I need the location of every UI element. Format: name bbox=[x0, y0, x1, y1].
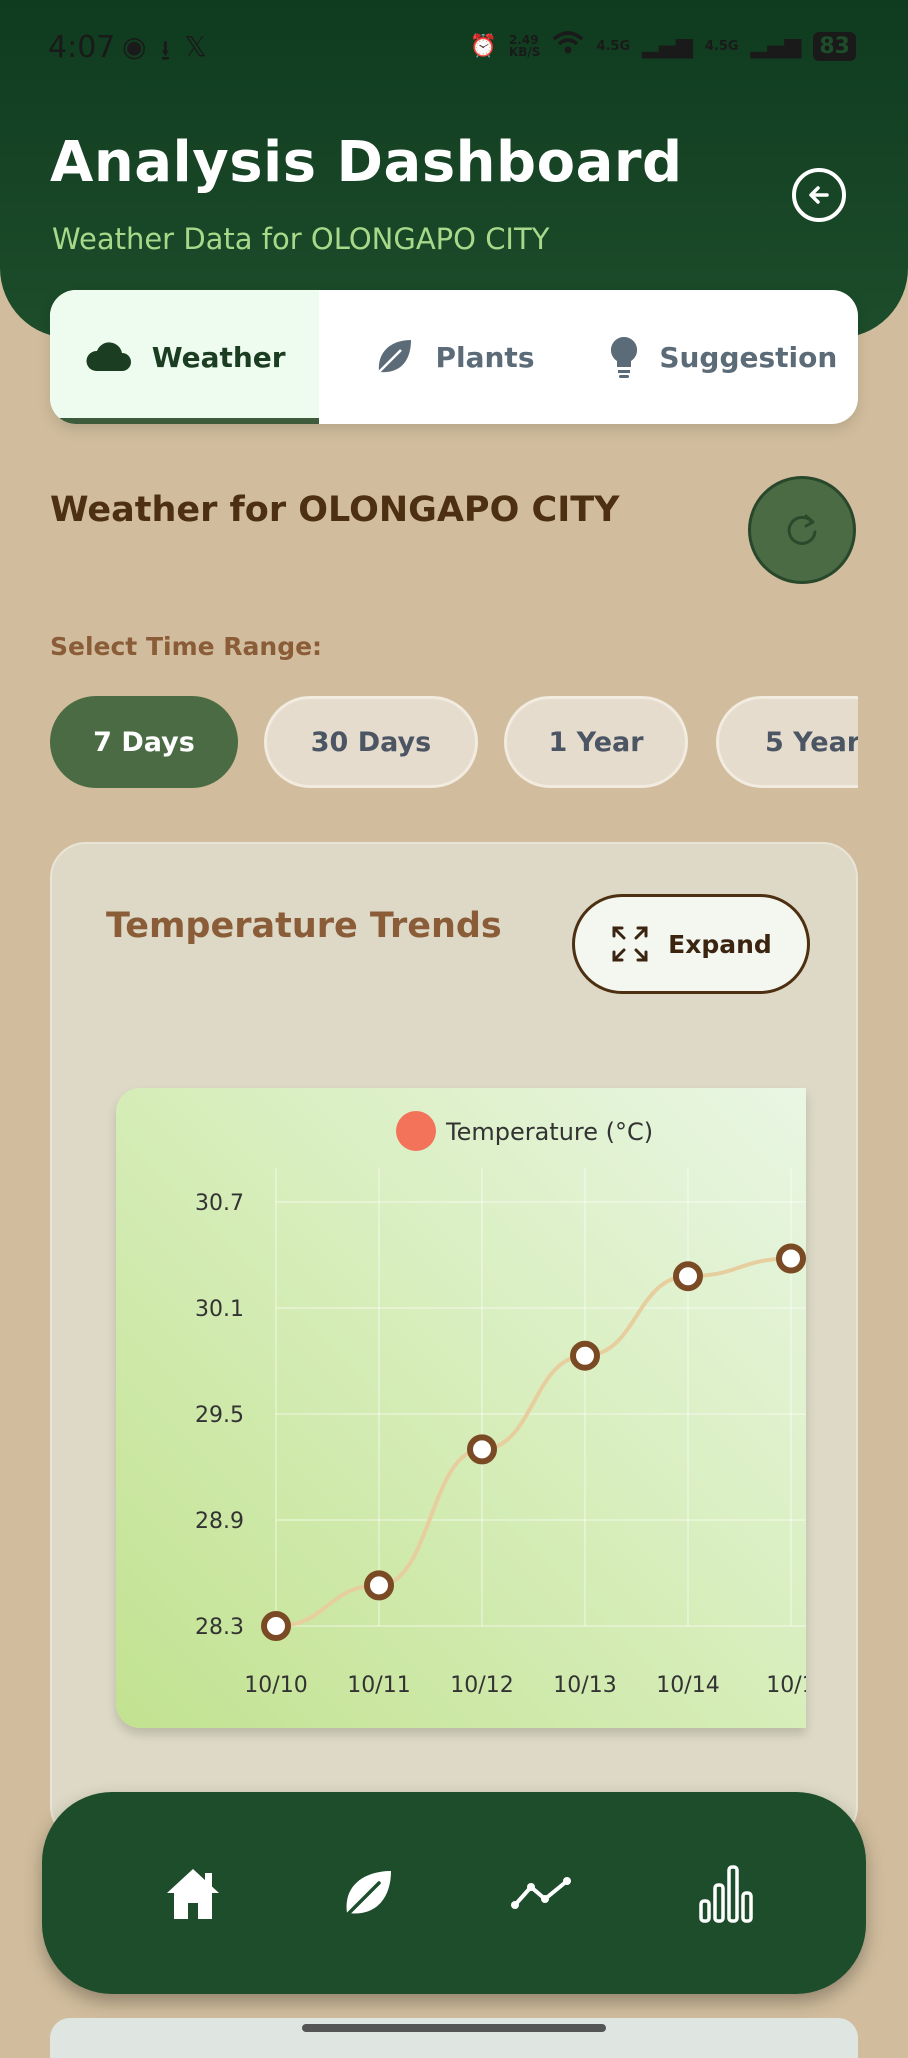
y-tick-label: 29.5 bbox=[195, 1403, 244, 1428]
tab-suggestion[interactable]: Suggestion bbox=[589, 290, 858, 424]
battery-level: 83 bbox=[813, 31, 856, 61]
data-point bbox=[673, 1261, 703, 1292]
expand-icon bbox=[612, 926, 648, 962]
refresh-button[interactable] bbox=[748, 476, 856, 584]
data-point bbox=[364, 1570, 394, 1601]
wifi-icon bbox=[552, 30, 584, 62]
status-right: ⏰ 2.49 KB/S 4.5G ▂▄▆ 4.5G ▂▄▆ 83 bbox=[470, 30, 856, 62]
back-button[interactable] bbox=[792, 168, 846, 222]
net-speed-unit: KB/S bbox=[508, 45, 541, 59]
nav-reports[interactable] bbox=[690, 1858, 760, 1928]
messenger-icon: ◉ bbox=[122, 30, 147, 63]
tab-weather[interactable]: Weather bbox=[50, 290, 320, 424]
trend-icon bbox=[511, 1877, 571, 1909]
legend-label: Temperature (°C) bbox=[445, 1118, 653, 1146]
y-tick-label: 28.3 bbox=[195, 1615, 244, 1640]
bar-chart-icon bbox=[699, 1865, 753, 1923]
expand-button[interactable]: Expand bbox=[572, 894, 810, 994]
leaf-icon bbox=[378, 340, 412, 373]
signal-icon-1: ▂▄▆ bbox=[642, 33, 693, 59]
data-point bbox=[776, 1243, 806, 1274]
x-tick-label: 10/13 bbox=[553, 1673, 616, 1698]
lightbulb-icon bbox=[611, 336, 638, 378]
home-indicator[interactable] bbox=[302, 2024, 606, 2032]
x-tick-label: 10/14 bbox=[656, 1673, 719, 1698]
section-title: Weather for OLONGAPO CITY bbox=[50, 490, 620, 530]
time-range-options: 7 Days 30 Days 1 Year 5 Year bbox=[50, 694, 858, 794]
temperature-chart: 30.7 30.1 29.5 28.9 28.3 10/10 10/11 10/12 10/13… bbox=[116, 1088, 806, 1728]
status-bar: 4:07 ◉ ⭳ 𝕏 ⏰ 2.49 KB/S 4.5G ▂▄▆ 4.5G ▂▄▆… bbox=[0, 0, 908, 100]
tab-plants-label: Plants bbox=[435, 340, 535, 374]
y-tick-label: 30.7 bbox=[195, 1191, 244, 1216]
x-tick-label: 10/10 bbox=[244, 1673, 307, 1698]
data-point bbox=[261, 1611, 291, 1641]
tab-suggestion-label: Suggestion bbox=[659, 340, 838, 374]
legend-swatch bbox=[396, 1111, 436, 1151]
x-tick-label: 10/11 bbox=[347, 1673, 410, 1698]
temperature-card: Temperature Trends Expand 30.7 30.1 29.5 28… bbox=[50, 842, 858, 1842]
tab-bar: Weather Plants Suggestion bbox=[50, 290, 858, 424]
data-point bbox=[570, 1340, 600, 1371]
signal-2: 4.5G bbox=[704, 38, 739, 54]
time-range-label: Select Time Range: bbox=[50, 632, 323, 661]
cloud-icon bbox=[86, 342, 131, 371]
signal-icon-2: ▂▄▆ bbox=[750, 33, 802, 59]
nav-plants[interactable] bbox=[332, 1858, 402, 1928]
chart-svg: 30.7 30.1 29.5 28.9 28.3 10/10 10/11 10/12 10/13… bbox=[195, 1111, 806, 1698]
nav-analytics[interactable] bbox=[506, 1858, 576, 1928]
net-speed: 2.49 KB/S bbox=[509, 34, 540, 58]
x-tick-label: 10/12 bbox=[450, 1673, 513, 1698]
tab-plants[interactable]: Plants bbox=[319, 290, 588, 424]
alarm-icon: ⏰ bbox=[469, 33, 497, 59]
range-5-year[interactable]: 5 Year bbox=[716, 696, 858, 788]
page-title: Analysis Dashboard bbox=[50, 130, 683, 195]
x-tick-label: 10/1 bbox=[766, 1673, 806, 1698]
signal-1: 4.5G bbox=[596, 38, 631, 54]
status-time: 4:07 bbox=[48, 30, 116, 65]
range-30-days[interactable]: 30 Days bbox=[264, 696, 478, 788]
refresh-icon bbox=[787, 514, 817, 545]
expand-label: Expand bbox=[668, 929, 772, 959]
leaf-icon bbox=[343, 1871, 391, 1919]
page-subtitle: Weather Data for OLONGAPO CITY bbox=[52, 222, 550, 256]
y-tick-label: 30.1 bbox=[195, 1297, 244, 1322]
home-icon bbox=[167, 1869, 219, 1919]
data-point bbox=[467, 1434, 497, 1465]
range-1-year[interactable]: 1 Year bbox=[504, 696, 688, 788]
x-icon: 𝕏 bbox=[184, 30, 207, 63]
card-title: Temperature Trends bbox=[106, 906, 502, 946]
download-icon: ⭳ bbox=[160, 34, 171, 67]
nav-home[interactable] bbox=[158, 1858, 228, 1928]
tab-weather-label: Weather bbox=[151, 340, 286, 374]
notification-icons: ◉ ⭳ 𝕏 bbox=[122, 30, 207, 78]
bottom-nav bbox=[42, 1792, 866, 1994]
range-7-days[interactable]: 7 Days bbox=[50, 696, 238, 788]
y-tick-label: 28.9 bbox=[195, 1509, 244, 1534]
temperature-line bbox=[275, 1256, 792, 1628]
arrow-left-icon bbox=[809, 186, 829, 204]
